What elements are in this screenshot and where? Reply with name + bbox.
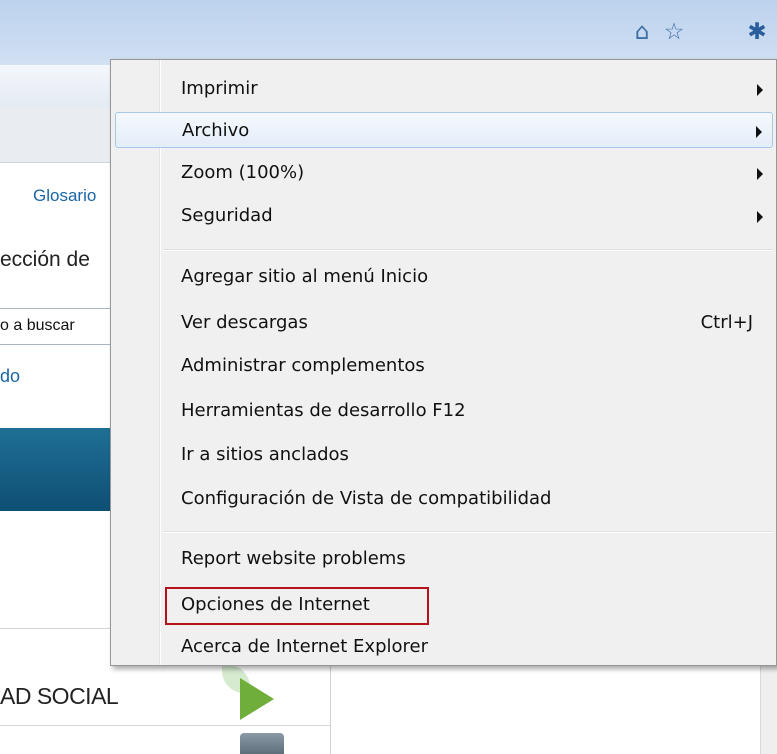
play-arrow-icon	[240, 678, 274, 720]
gear-icon[interactable]: ✱	[743, 18, 771, 46]
submenu-arrow-icon	[757, 168, 763, 180]
menu-item-administrar-complementos[interactable]: Administrar complementos	[115, 348, 773, 384]
menu-item-label: Archivo	[182, 120, 250, 141]
page-tab-row	[0, 107, 115, 163]
divider	[330, 660, 331, 754]
search-placeholder-text: o a buscar	[0, 317, 75, 334]
menu-item-label: Acerca de Internet Explorer	[181, 636, 428, 657]
menu-item-shortcut: Ctrl+J	[700, 312, 753, 333]
menu-separator	[163, 249, 773, 251]
divider	[0, 628, 110, 629]
favorites-star-icon[interactable]: ☆	[660, 18, 688, 46]
menu-item-label: Ir a sitios anclados	[181, 444, 349, 465]
menu-item-agregar-sitio[interactable]: Agregar sitio al menú Inicio	[115, 259, 773, 295]
menu-item-label: Zoom (100%)	[181, 162, 305, 183]
menu-item-label: Agregar sitio al menú Inicio	[181, 266, 429, 287]
menu-separator	[163, 531, 773, 533]
menu-item-report-problems[interactable]: Report website problems	[115, 541, 773, 577]
menu-item-seguridad[interactable]: Seguridad	[115, 198, 773, 234]
menu-item-label: Configuración de Vista de compatibilidad	[181, 488, 552, 509]
tools-menu: Imprimir Archivo Zoom (100%) Seguridad A…	[110, 59, 777, 666]
annotation-highlight-box	[165, 587, 429, 625]
menu-item-label: Seguridad	[181, 205, 273, 226]
social-banner-text: AD SOCIAL	[0, 683, 119, 709]
divider	[0, 725, 330, 726]
submenu-arrow-icon	[757, 84, 763, 96]
menu-item-label: Herramientas de desarrollo F12	[181, 400, 466, 421]
menu-item-label: Imprimir	[181, 78, 258, 99]
menu-item-zoom[interactable]: Zoom (100%)	[115, 155, 773, 191]
page-link[interactable]: do	[0, 366, 20, 387]
menu-item-sitios-anclados[interactable]: Ir a sitios anclados	[115, 437, 773, 473]
menu-item-ver-descargas[interactable]: Ver descargas Ctrl+J	[115, 305, 773, 341]
page-sidebar	[760, 660, 777, 754]
home-icon[interactable]: ⌂	[628, 18, 656, 46]
page-banner	[0, 428, 110, 511]
menu-item-archivo[interactable]: Archivo	[115, 112, 773, 148]
submenu-arrow-icon	[756, 126, 762, 138]
menu-item-imprimir[interactable]: Imprimir	[115, 71, 773, 107]
submenu-arrow-icon	[757, 211, 763, 223]
menu-item-vista-compatibilidad[interactable]: Configuración de Vista de compatibilidad	[115, 481, 773, 517]
menu-item-herramientas-desarrollo[interactable]: Herramientas de desarrollo F12	[115, 393, 773, 429]
menu-item-acerca-ie[interactable]: Acerca de Internet Explorer	[115, 629, 773, 665]
browser-toolbar: ⌂ ☆ ✱	[0, 0, 777, 65]
device-image-icon	[240, 733, 284, 754]
glosario-link[interactable]: Glosario	[33, 186, 96, 206]
menu-item-label: Report website problems	[181, 548, 406, 569]
menu-item-label: Ver descargas	[181, 312, 308, 333]
section-heading: ección de	[0, 248, 90, 271]
command-bar	[0, 65, 115, 108]
menu-item-label: Administrar complementos	[181, 355, 425, 376]
